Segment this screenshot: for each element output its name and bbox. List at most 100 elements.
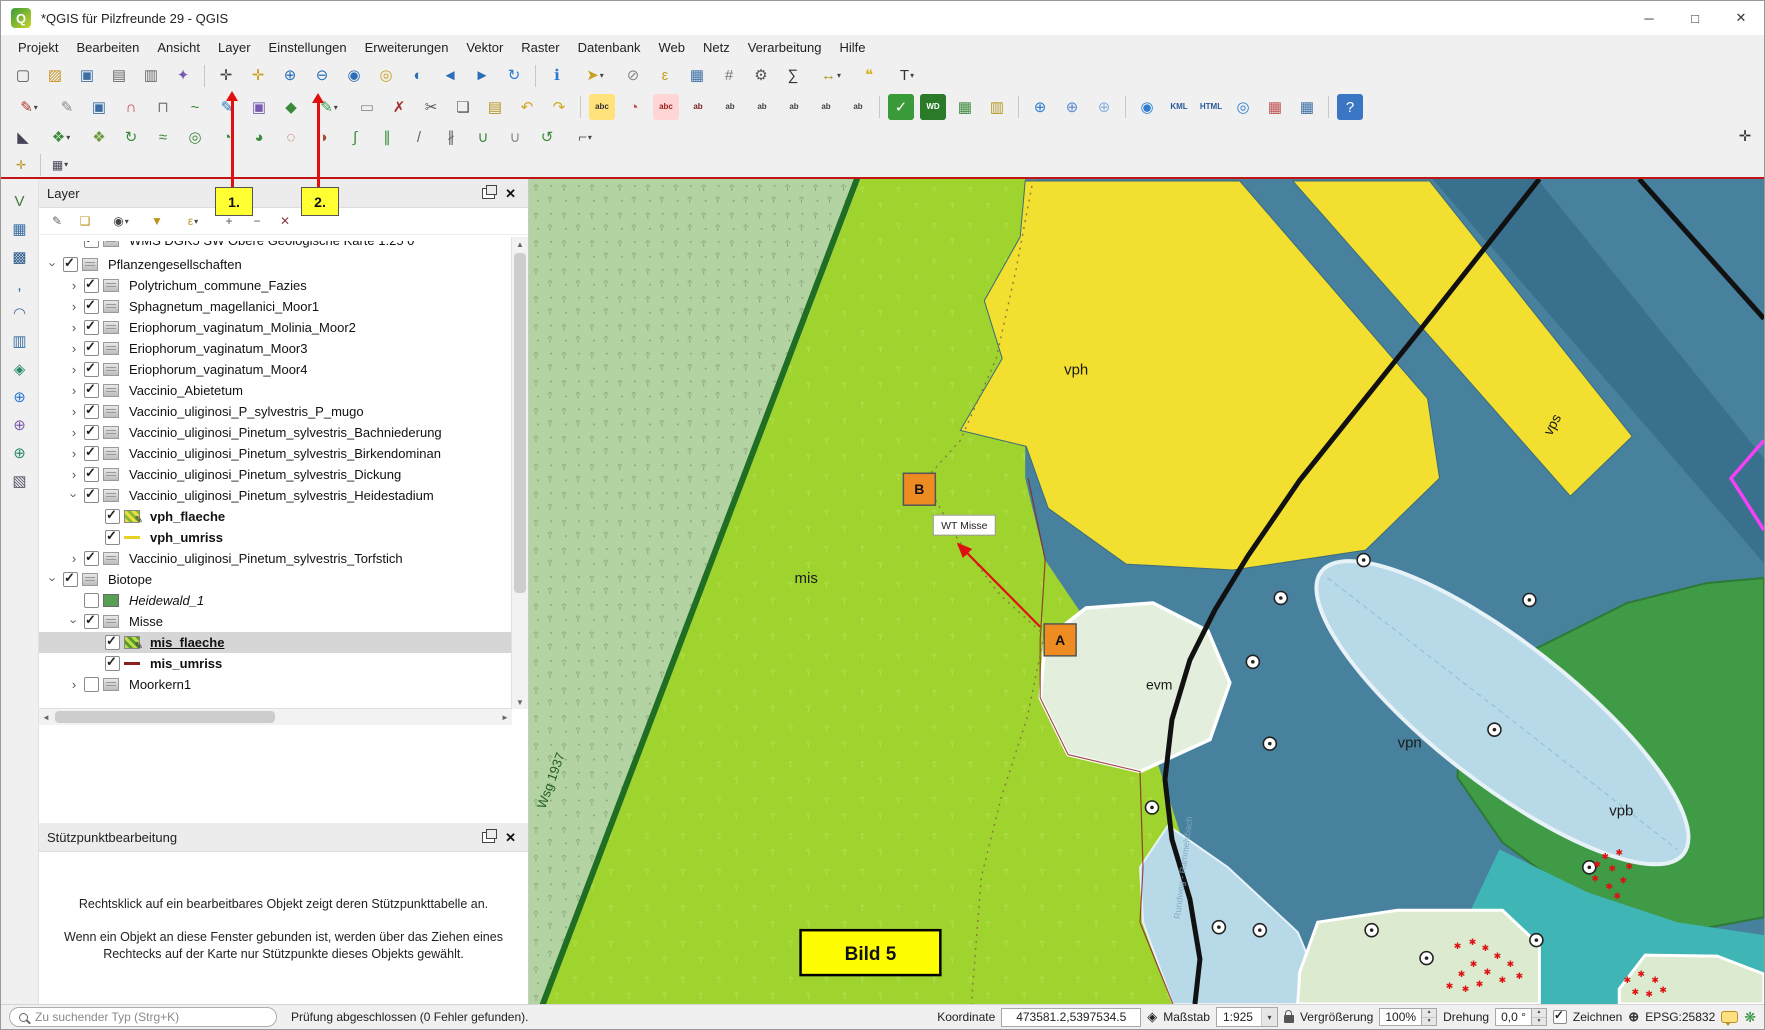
collapse-arrow-icon[interactable]: › (67, 614, 82, 630)
layer-tree-row[interactable]: ›Biotope (39, 569, 512, 590)
layout-manager-icon[interactable]: ▥ (138, 63, 164, 89)
deselect-features-icon[interactable]: ⊘ (620, 63, 646, 89)
layer-visibility-checkbox[interactable] (84, 425, 99, 440)
set-square-icon[interactable]: ◣ (10, 124, 36, 150)
layer-visibility-checkbox[interactable] (84, 551, 99, 566)
layer-tree-row[interactable]: vph_flaeche (39, 506, 512, 527)
messages-balloon-icon[interactable] (1721, 1011, 1738, 1023)
merge-features-icon[interactable]: ∪ (470, 124, 496, 150)
undo-icon[interactable]: ↶ (514, 94, 540, 120)
expand-arrow-icon[interactable]: › (66, 425, 82, 440)
add-geopackage-icon[interactable]: ◈ (7, 356, 33, 382)
layer-tree-row[interactable]: mis_umriss (39, 653, 512, 674)
refresh-map-icon[interactable]: ↻ (501, 63, 527, 89)
field-calculator-icon[interactable]: # (716, 63, 742, 89)
layer-visibility-checkbox[interactable] (84, 341, 99, 356)
layer-visibility-checkbox[interactable] (84, 383, 99, 398)
menu-layer[interactable]: Layer (209, 37, 260, 58)
coordinate-input[interactable]: 473581.2,5397534.5 (1001, 1008, 1141, 1027)
layer-visibility-checkbox[interactable] (84, 467, 99, 482)
red-grid-icon[interactable]: ▦ (1262, 94, 1288, 120)
new-project-icon[interactable]: ▢ (10, 63, 36, 89)
add-polygon-feature-icon[interactable]: ◆ (278, 94, 304, 120)
menu-vektor[interactable]: Vektor (457, 37, 512, 58)
layer-tree-row[interactable]: ›Eriophorum_vaginatum_Moor3 (39, 338, 512, 359)
globe-video-icon[interactable]: ◎ (1230, 94, 1256, 120)
layer-tree-row[interactable]: ›Moorkern1 (39, 674, 512, 695)
layer-tree-row[interactable]: WMS DGK5 SW Obere Geologische Karte 1:25… (39, 241, 512, 254)
menu-netz[interactable]: Netz (694, 37, 739, 58)
layer-tree-row[interactable]: ›Vaccinio_uliginosi_Pinetum_sylvestris_B… (39, 443, 512, 464)
crs-status[interactable]: EPSG:25832 (1645, 1010, 1715, 1024)
reshape-features-icon[interactable]: ∫ (342, 124, 368, 150)
wd-plugin-icon[interactable]: WD (920, 94, 946, 120)
add-postgis-icon[interactable]: ▥ (7, 328, 33, 354)
spin-down-icon[interactable]: ▼ (1532, 1018, 1546, 1026)
pan-to-selection-icon[interactable]: ✛ (245, 63, 271, 89)
zoom-to-layer-icon[interactable]: ◐ (405, 63, 431, 89)
new-print-layout-icon[interactable]: ▤ (106, 63, 132, 89)
collapse-arrow-icon[interactable]: › (46, 572, 61, 588)
remove-layer-icon[interactable]: ✕ (274, 211, 296, 231)
add-part-icon[interactable]: ◔ (214, 124, 240, 150)
maximize-button[interactable]: □ (1672, 1, 1718, 35)
add-group-icon[interactable]: ❏ (74, 211, 96, 231)
layer-visibility-checkbox[interactable] (63, 572, 78, 587)
menu-einstellungen[interactable]: Einstellungen (260, 37, 356, 58)
copy-move-feature-icon[interactable]: ❖ (86, 124, 112, 150)
layer-visibility-checkbox[interactable] (105, 509, 120, 524)
layer-visibility-checkbox[interactable] (105, 635, 120, 650)
locator-search-input[interactable]: Zu suchender Typ (Strg+K) (9, 1007, 277, 1027)
globe-layers-icon[interactable]: ⊕ (1059, 94, 1085, 120)
layer-visibility-checkbox[interactable] (105, 656, 120, 671)
expand-arrow-icon[interactable]: › (66, 551, 82, 566)
spin-down-icon[interactable]: ▼ (1422, 1018, 1436, 1026)
select-features-icon[interactable]: ➤▾ (576, 63, 614, 89)
tracing-icon[interactable]: ~ (182, 94, 208, 120)
layer-visibility-checkbox[interactable] (105, 530, 120, 545)
add-raster-layer-icon[interactable]: ▦ (7, 216, 33, 242)
map-themes-icon[interactable]: ◉▾ (102, 211, 140, 231)
identify-features-icon[interactable]: ℹ (544, 63, 570, 89)
add-vector-layer-icon[interactable]: V (7, 188, 33, 214)
show-hidden-labels-icon[interactable]: ab (749, 94, 775, 120)
layer-visibility-checkbox[interactable] (84, 299, 99, 314)
zoom-to-selection-icon[interactable]: ◎ (373, 63, 399, 89)
multiedit-attributes-icon[interactable]: ▭ (354, 94, 380, 120)
magnifier-spinbox[interactable]: 100% ▲▼ (1379, 1008, 1437, 1026)
menu-erweiterungen[interactable]: Erweiterungen (356, 37, 458, 58)
zoom-last-icon[interactable]: ◄ (437, 63, 463, 89)
allow-edits-icon[interactable]: ✎ (54, 94, 80, 120)
topology-check-icon[interactable]: ⊓ (150, 94, 176, 120)
blue-grid-icon[interactable]: ▦ (1294, 94, 1320, 120)
layer-styling-icon[interactable]: ✎ (46, 211, 68, 231)
layer-visibility-checkbox[interactable] (84, 446, 99, 461)
open-attribute-table-icon[interactable]: ▦ (684, 63, 710, 89)
check-geometries-icon[interactable]: ✓ (888, 94, 914, 120)
copy-features-icon[interactable]: ❏ (450, 94, 476, 120)
layer-visibility-checkbox[interactable] (63, 257, 78, 272)
layer-tree-row[interactable]: ›Eriophorum_vaginatum_Molinia_Moor2 (39, 317, 512, 338)
scroll-left-icon[interactable]: ◄ (39, 709, 53, 725)
html-export-icon[interactable]: HTML (1198, 94, 1224, 120)
style-manager-icon[interactable]: ✦ (170, 63, 196, 89)
add-wcs-layer-icon[interactable]: ⊕ (7, 412, 33, 438)
statistics-sum-icon[interactable]: ∑ (780, 63, 806, 89)
split-parts-icon[interactable]: ∦ (438, 124, 464, 150)
raster-grid-icon[interactable]: ▦ (952, 94, 978, 120)
cad-crosshair-icon[interactable]: ✛ (1732, 123, 1758, 149)
spin-up-icon[interactable]: ▲ (1532, 1009, 1546, 1018)
layer-visibility-checkbox[interactable] (84, 677, 99, 692)
pan-map-icon[interactable]: ✛ (213, 63, 239, 89)
collapse-arrow-icon[interactable]: › (67, 488, 82, 504)
globe-small-icon[interactable]: ⊕ (1091, 94, 1117, 120)
save-edits-icon[interactable]: ▣ (86, 94, 112, 120)
help-icon[interactable]: ? (1337, 94, 1363, 120)
render-checkbox[interactable] (1553, 1010, 1567, 1024)
menu-projekt[interactable]: Projekt (9, 37, 67, 58)
menu-web[interactable]: Web (649, 37, 694, 58)
float-panel-icon[interactable] (482, 832, 495, 843)
layer-tree-row[interactable]: vph_umriss (39, 527, 512, 548)
layer-tree-row[interactable]: ›Vaccinio_Abietetum (39, 380, 512, 401)
add-virtual-layer-icon[interactable]: ▧ (7, 468, 33, 494)
